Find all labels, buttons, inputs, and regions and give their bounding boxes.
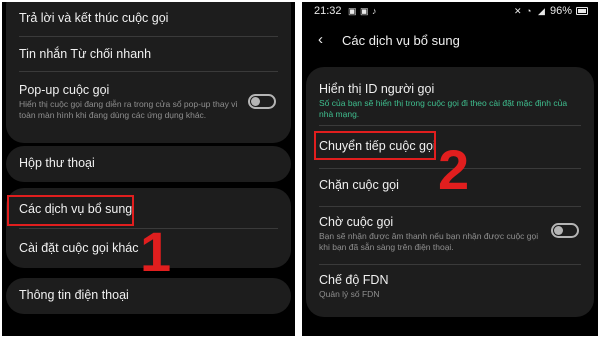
battery-icon [576,7,588,15]
left-screen: Trả lời và kết thúc cuộc gọi Tin nhắn Từ… [2,2,295,336]
step-number-1: 1 [140,220,172,283]
highlight-box-forwarding [314,131,436,160]
back-arrow-icon[interactable]: ‹ [318,31,323,48]
call-popup-item[interactable]: Pop-up cuộc gọi Hiển thị cuộc gọi đang d… [6,72,291,142]
highlight-box-supplementary [7,195,134,226]
call-popup-label: Pop-up cuộc gọi [19,83,110,97]
step-number-2: 2 [438,138,470,201]
status-bar: 21:32 ▣ ▣ ♪ ✕ ◔ ◢ 96% [302,2,598,22]
call-popup-description: Hiển thị cuộc gọi đang diễn ra trong cửa… [19,99,238,120]
phone-info-label: Thông tin điện thoại [19,288,129,302]
call-barring-label: Chặn cuộc gọi [319,178,399,192]
signal-icon: ◢ [538,6,545,16]
call-popup-toggle[interactable] [248,94,276,109]
toggle-knob [554,226,563,235]
answer-end-calls-label: Trả lời và kết thúc cuộc gọi [19,11,169,25]
notification-image-icon: ▣ [360,6,369,16]
caller-id-item[interactable]: Hiển thị ID người gọi Số của bạn sẽ hiển… [306,67,594,125]
more-call-settings-label: Cài đặt cuộc gọi khác [19,241,139,255]
right-screen: 21:32 ▣ ▣ ♪ ✕ ◔ ◢ 96% ‹ Các dịch vụ bổ s… [302,2,598,336]
mute-icon: ✕ [514,6,522,16]
fdn-mode-label: Chế độ FDN [319,273,389,287]
call-waiting-description: Bạn sẽ nhận được âm thanh nếu bạn nhận đ… [319,231,539,252]
app-bar: ‹ Các dịch vụ bổ sung [302,29,598,55]
caller-id-label: Hiển thị ID người gọi [319,82,435,96]
quick-decline-messages-item[interactable]: Tin nhắn Từ chối nhanh [6,37,291,71]
tiktok-icon: ♪ [372,6,377,16]
caller-id-description: Số của bạn sẽ hiển thị trong cuộc gọi đi… [319,98,568,119]
voicemail-item[interactable]: Hộp thư thoại [6,146,291,182]
status-time: 21:32 [314,5,342,17]
wifi-icon: ◔ [526,6,532,16]
battery-percent: 96% [549,5,572,17]
voicemail-label: Hộp thư thoại [19,156,95,170]
call-settings-card: Trả lời và kết thúc cuộc gọi Tin nhắn Từ… [6,2,291,143]
call-waiting-label: Chờ cuộc gọi [319,215,394,229]
battery-level [578,9,586,13]
page-title: Các dịch vụ bổ sung [342,33,460,48]
fdn-mode-item[interactable]: Chế độ FDN Quản lý số FDN [306,265,594,315]
call-waiting-item[interactable]: Chờ cuộc gọi Bạn sẽ nhận được âm thanh n… [306,207,594,264]
call-waiting-toggle[interactable] [551,223,579,238]
quick-decline-messages-label: Tin nhắn Từ chối nhanh [19,47,152,61]
fdn-mode-description: Quản lý số FDN [319,289,380,299]
notification-image-icon: ▣ [348,6,357,16]
phone-info-item[interactable]: Thông tin điện thoại [6,278,291,314]
answer-end-calls-item[interactable]: Trả lời và kết thúc cuộc gọi [6,2,291,36]
toggle-knob [251,97,260,106]
